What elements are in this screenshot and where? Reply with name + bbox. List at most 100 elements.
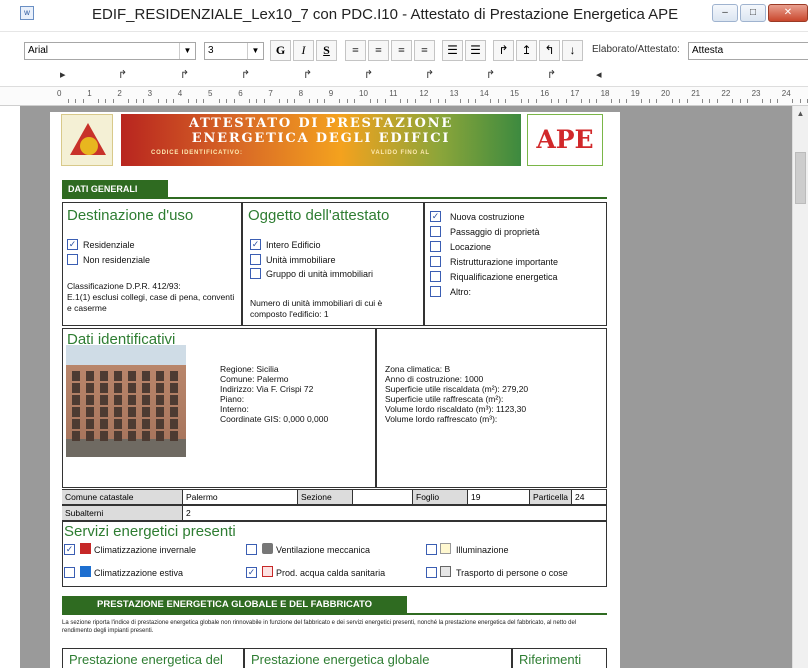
tab-stop-icon[interactable]: ↱ <box>241 68 250 81</box>
ruler-tick <box>671 99 673 103</box>
chevron-down-icon[interactable]: ▼ <box>247 43 263 59</box>
tab-stop-icon[interactable]: ↱ <box>425 68 434 81</box>
numero-unita-text: Numero di unità immobiliari di cui è com… <box>250 298 383 319</box>
ruler-tick <box>799 99 801 103</box>
font-name-value: Arial <box>28 45 49 56</box>
ruler-tick <box>769 99 771 103</box>
gruppo-unita-checkbox[interactable] <box>250 268 261 279</box>
ruler-number: 3 <box>147 89 153 98</box>
photo-window <box>170 395 178 405</box>
fan-icon <box>262 543 273 554</box>
riqualificazione-checkbox[interactable] <box>430 271 441 282</box>
page-margin-left <box>0 106 20 668</box>
altro-label: Altro: <box>450 287 472 297</box>
climatizzazione-invernale-checkbox[interactable]: ✓ <box>64 544 75 555</box>
vertical-scrollbar[interactable]: ▲ <box>792 106 808 668</box>
tab-stop-icon[interactable]: ↱ <box>303 68 312 81</box>
ruler-tick <box>346 99 348 103</box>
ruler[interactable]: 0 1 2 3 4 5 6 7 8 9 10 11 12 13 14 15 16 17 18 19 20 21 22 23 24 <box>0 86 808 106</box>
photo-window <box>100 383 108 393</box>
acqua-calda-checkbox[interactable]: ✓ <box>246 567 257 578</box>
tab-left-icon[interactable]: ↱ <box>493 40 514 61</box>
tab-stop-icon[interactable]: ↱ <box>486 68 495 81</box>
underline-button[interactable]: S <box>316 40 337 61</box>
chevron-down-icon[interactable]: ▼ <box>179 43 195 59</box>
ruler-tick <box>618 99 620 103</box>
ruler-tick <box>263 99 265 103</box>
maximize-button[interactable]: □ <box>740 4 766 22</box>
section-rule <box>62 613 607 615</box>
ruler-number: 24 <box>781 89 791 98</box>
oggetto-title: Oggetto dell'attestato <box>248 207 390 224</box>
tab-center-icon[interactable]: ↥ <box>516 40 537 61</box>
tab-stops-row: ▸ ↱ ↱ ↱ ↱ ↱ ↱ ↱ ↱ ◂ <box>0 66 808 86</box>
photo-window <box>100 395 108 405</box>
scroll-up-icon[interactable]: ▲ <box>793 106 808 122</box>
ruler-number: 23 <box>751 89 761 98</box>
align-center-icon[interactable]: ≡ <box>368 40 389 61</box>
photo-window <box>142 431 150 441</box>
altro-checkbox[interactable] <box>430 286 441 297</box>
comune-catastale-value[interactable]: Palermo <box>182 490 297 504</box>
residenziale-checkbox[interactable]: ✓ <box>67 239 78 250</box>
passaggio-proprieta-checkbox[interactable] <box>430 226 441 237</box>
scroll-thumb[interactable] <box>795 152 806 204</box>
ruler-number: 10 <box>359 89 368 98</box>
trasporto-checkbox[interactable] <box>426 567 437 578</box>
font-size-select[interactable]: 3 ▼ <box>204 42 264 60</box>
servizi-title: Servizi energetici presenti <box>64 523 236 540</box>
ruler-number: 16 <box>540 89 550 98</box>
photo-window <box>170 383 178 393</box>
photo-window <box>86 431 94 441</box>
align-left-icon[interactable]: ≡ <box>345 40 366 61</box>
app-icon[interactable]: w <box>20 6 34 20</box>
ruler-tick <box>286 99 288 103</box>
tab-stop-icon[interactable]: ↱ <box>180 68 189 81</box>
ruler-tick <box>497 99 499 103</box>
nuova-costruzione-checkbox[interactable]: ✓ <box>430 211 441 222</box>
align-justify-icon[interactable]: ≡ <box>414 40 435 61</box>
sezione-value[interactable] <box>352 490 412 504</box>
tab-decimal-icon[interactable]: ↓ <box>562 40 583 61</box>
particella-value[interactable]: 24 <box>571 490 606 504</box>
ruler-tick <box>294 99 296 103</box>
tab-stop-icon[interactable]: ↱ <box>547 68 556 81</box>
ape-logo: APE <box>527 114 603 166</box>
bullet-list-icon[interactable]: ☰ <box>465 40 486 61</box>
ristrutturazione-checkbox[interactable] <box>430 256 441 267</box>
font-name-select[interactable]: Arial ▼ <box>24 42 196 60</box>
ruler-number: 21 <box>691 89 701 98</box>
right-indent-marker-icon[interactable]: ◂ <box>596 68 602 81</box>
numbered-list-icon[interactable]: ☰ <box>442 40 463 61</box>
ruler-number: 19 <box>630 89 640 98</box>
tab-stop-icon[interactable]: ↱ <box>118 68 127 81</box>
foglio-value[interactable]: 19 <box>467 490 529 504</box>
subalterni-value[interactable]: 2 <box>182 506 606 520</box>
non-residenziale-checkbox[interactable] <box>67 254 78 265</box>
tab-right-icon[interactable]: ↰ <box>539 40 560 61</box>
ruler-tick <box>641 99 643 103</box>
mode-select[interactable]: Attesta <box>688 42 808 60</box>
indent-marker-icon[interactable]: ▸ <box>60 68 66 81</box>
ruler-number: 7 <box>268 89 273 98</box>
ventilazione-checkbox[interactable] <box>246 544 257 555</box>
illuminazione-checkbox[interactable] <box>426 544 437 555</box>
photo-window <box>100 431 108 441</box>
unita-immobiliare-checkbox[interactable] <box>250 254 261 265</box>
ruler-number: 8 <box>298 89 304 98</box>
intero-edificio-checkbox[interactable]: ✓ <box>250 239 261 250</box>
locazione-checkbox[interactable] <box>430 241 441 252</box>
photo-window <box>114 419 122 429</box>
tab-stop-icon[interactable]: ↱ <box>364 68 373 81</box>
minimize-button[interactable]: – <box>712 4 738 22</box>
close-button[interactable]: ✕ <box>768 4 808 22</box>
ruler-number: 1 <box>87 89 92 98</box>
bold-button[interactable]: G <box>270 40 291 61</box>
climatizzazione-estiva-checkbox[interactable] <box>64 567 75 578</box>
align-right-icon[interactable]: ≡ <box>391 40 412 61</box>
volume-raffrescato-text: Volume lordo raffrescato (m³): <box>385 414 498 424</box>
italic-button[interactable]: I <box>293 40 314 61</box>
ruler-number: 9 <box>328 89 334 98</box>
ruler-number: 5 <box>208 89 213 98</box>
ruler-tick <box>520 99 522 103</box>
